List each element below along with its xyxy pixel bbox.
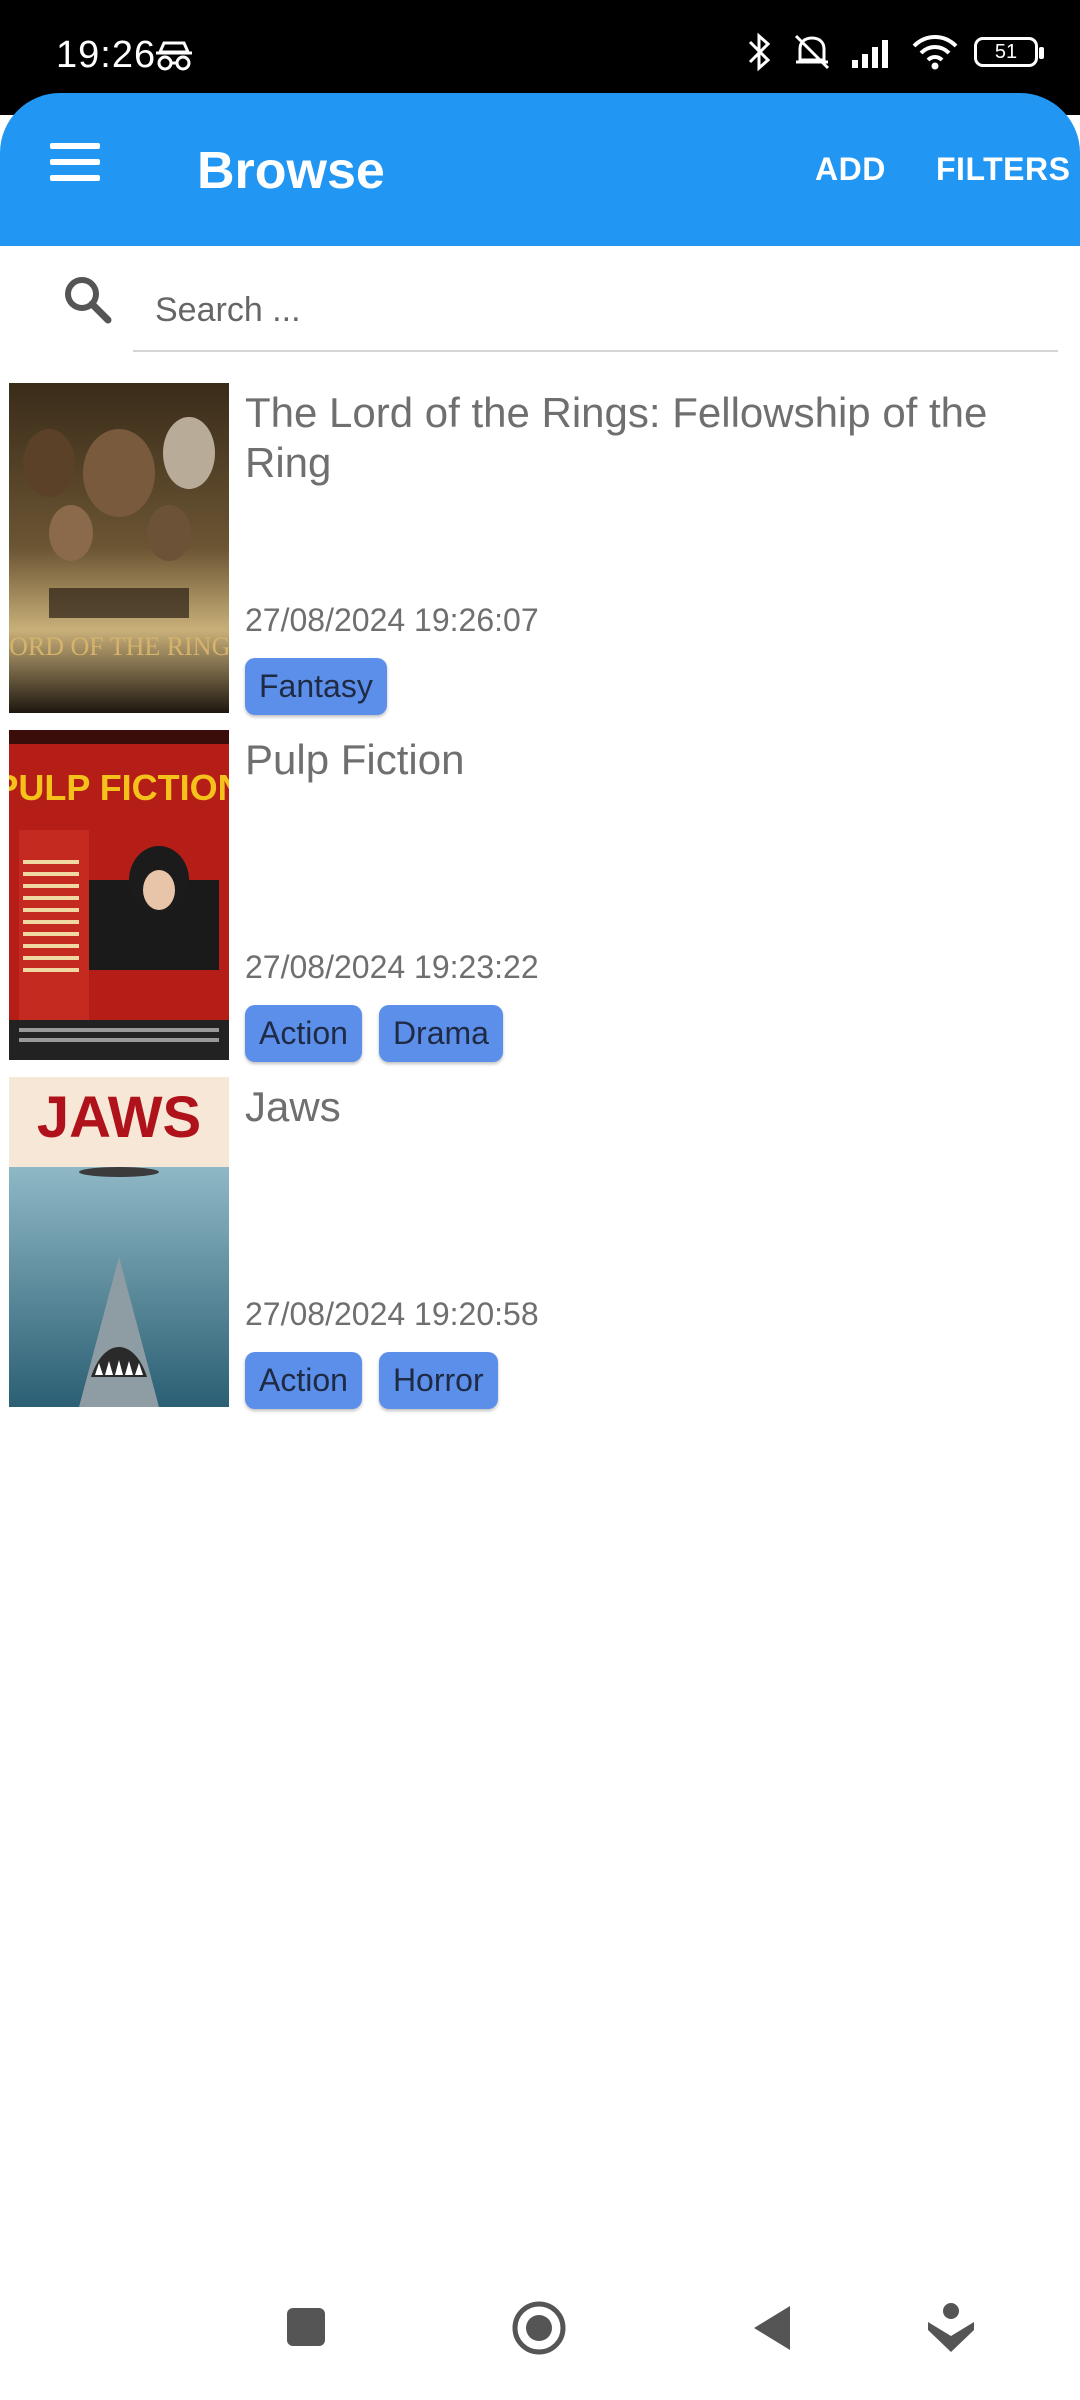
add-button[interactable]: ADD: [815, 151, 886, 188]
movie-poster[interactable]: LORD OF THE RINGS: [9, 383, 229, 713]
bluetooth-icon: [748, 32, 771, 72]
hamburger-menu-icon: [50, 143, 100, 149]
status-time: 19:26: [56, 34, 157, 76]
movie-title: Jaws: [245, 1083, 341, 1130]
lotr-logo-text: LORD OF THE RINGS: [9, 632, 229, 661]
square-icon[interactable]: [285, 2306, 327, 2348]
battery-icon: 51: [974, 37, 1044, 67]
back-triangle-icon[interactable]: [752, 2304, 792, 2352]
pulp-fiction-poster-image: PULP FICTION: [9, 730, 229, 1060]
incognito-icon: [156, 41, 192, 71]
genre-tag[interactable]: Action: [245, 1005, 362, 1062]
silent-icon: [794, 34, 830, 70]
page-title: Browse: [197, 142, 385, 200]
genre-tag[interactable]: Fantasy: [245, 658, 387, 715]
movie-list: LORD OF THE RINGS The Lord of the Rings:…: [0, 380, 1080, 1421]
movie-poster[interactable]: PULP FICTION: [9, 730, 229, 1060]
tag-list: Action Horror: [245, 1352, 498, 1409]
movie-title: The Lord of the Rings: Fellowship of the…: [245, 389, 988, 486]
menu-button[interactable]: [48, 137, 106, 197]
signal-icon: [852, 40, 888, 68]
hamburger-line: [50, 175, 100, 181]
lotr-poster-image: LORD OF THE RINGS: [9, 383, 229, 713]
search-icon: [65, 277, 112, 324]
search-input[interactable]: [133, 270, 1058, 352]
movie-date: 27/08/2024 19:23:22: [245, 949, 539, 985]
movie-poster[interactable]: JAWS: [9, 1077, 229, 1407]
movie-date: 27/08/2024 19:20:58: [245, 1296, 539, 1332]
tag-list: Fantasy: [245, 658, 387, 715]
list-item[interactable]: LORD OF THE RINGS The Lord of the Rings:…: [0, 380, 1080, 727]
pulp-logo-text: PULP FICTION: [9, 767, 229, 808]
jaws-logo-text: JAWS: [37, 1085, 201, 1150]
filters-button[interactable]: FILTERS: [936, 151, 1070, 188]
hamburger-line: [50, 159, 100, 165]
movie-title: Pulp Fiction: [245, 736, 465, 783]
app-bar: Browse ADD FILTERS: [0, 93, 1080, 246]
system-nav-bar: [0, 2280, 1080, 2380]
accessibility-icon[interactable]: [926, 2302, 976, 2354]
home-circle-icon[interactable]: [511, 2300, 567, 2356]
jaws-poster-image: JAWS: [9, 1077, 229, 1407]
genre-tag[interactable]: Drama: [378, 1005, 503, 1062]
tag-list: Action Drama: [245, 1005, 503, 1062]
list-item[interactable]: JAWS Jaws 27/08/2024 19:20:58 Action Hor…: [0, 1074, 1080, 1421]
list-item[interactable]: PULP FICTION: [0, 727, 1080, 1074]
movie-date: 27/08/2024 19:26:07: [245, 602, 539, 638]
genre-tag[interactable]: Action: [245, 1352, 362, 1409]
genre-tag[interactable]: Horror: [378, 1352, 498, 1409]
wifi-icon: [912, 35, 958, 70]
